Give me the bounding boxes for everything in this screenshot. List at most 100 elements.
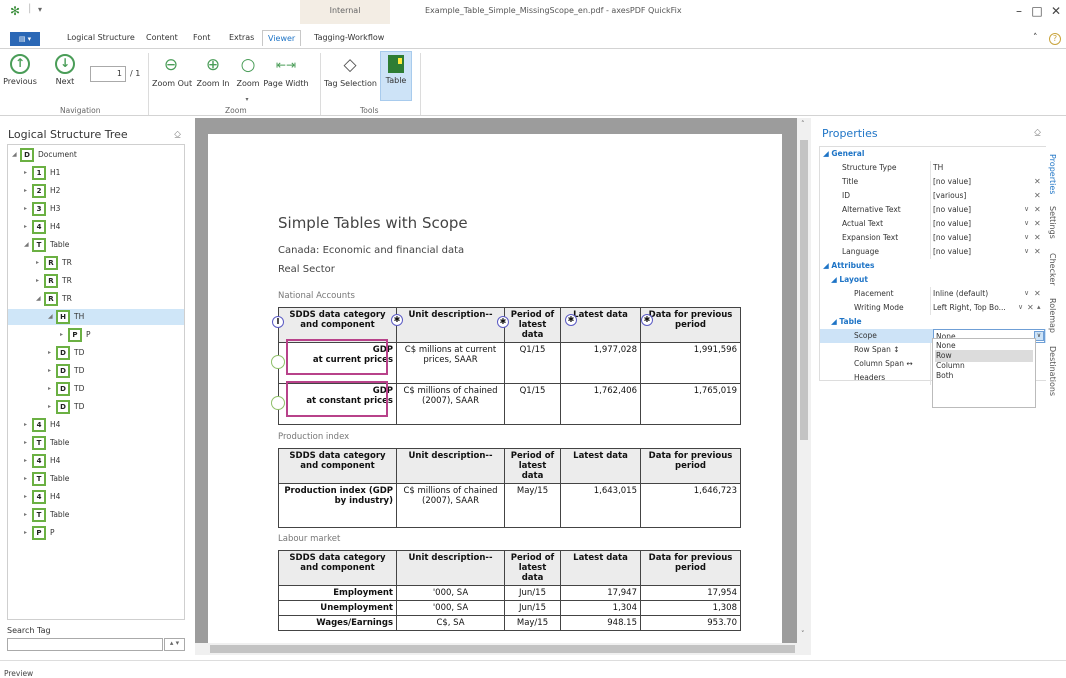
cell-category[interactable]: Unemployment: [278, 600, 397, 616]
horizontal-scroll-thumb[interactable]: [210, 645, 795, 653]
prop-writing-mode[interactable]: Writing Mode Left Right, Top Bo... ∨ ✕ ▴: [820, 301, 1046, 315]
th-scope-marker-icon[interactable]: ✱: [497, 316, 509, 328]
cell-previous[interactable]: 953.70: [640, 615, 741, 631]
expand-arrow-icon[interactable]: ▸: [48, 363, 51, 379]
expand-arrow-icon[interactable]: ▸: [48, 345, 51, 361]
page-number-input[interactable]: 1: [90, 66, 126, 82]
clear-icon[interactable]: ✕: [1034, 289, 1041, 298]
expand-arrow-icon[interactable]: ▸: [48, 381, 51, 397]
tag-selection-button[interactable]: ◇ Tag Selection: [324, 54, 377, 88]
tree-node-table[interactable]: ◢ T Table: [8, 237, 184, 253]
prop-alternative-text[interactable]: Alternative Text [no value] ∨ ✕: [820, 203, 1046, 217]
clear-icon[interactable]: ✕: [1027, 303, 1034, 312]
th-unit[interactable]: Unit description--: [396, 448, 505, 484]
tree-node-document[interactable]: ◢ D Document: [8, 147, 184, 163]
cell-category[interactable]: Employment: [278, 585, 397, 601]
table-tool-button[interactable]: Table: [380, 51, 412, 101]
zoom-dropdown-icon[interactable]: ▾: [242, 96, 252, 103]
th-scope-marker-icon[interactable]: ✱: [565, 314, 577, 326]
th-unit[interactable]: Unit description--: [396, 307, 505, 343]
th-unit[interactable]: Unit description--: [396, 550, 505, 586]
next-button[interactable]: ↓ Next: [51, 54, 79, 86]
th-previous[interactable]: Data for previous period: [640, 550, 741, 586]
tab-content[interactable]: Content: [146, 33, 178, 42]
th-scope-marker-icon[interactable]: I: [272, 316, 284, 328]
cell-category[interactable]: Wages/Earnings: [278, 615, 397, 631]
prop-id[interactable]: ID [various] ✕: [820, 189, 1046, 203]
clear-icon[interactable]: ✕: [1034, 177, 1041, 186]
zoom-button[interactable]: ○ Zoom: [236, 54, 260, 88]
dropdown-icon[interactable]: ∨: [1024, 247, 1029, 255]
expand-arrow-icon[interactable]: ▸: [24, 435, 27, 451]
th-category[interactable]: SDDS data category and component: [278, 307, 397, 343]
tree-node-h1[interactable]: ▸ 1 H1: [8, 165, 184, 181]
search-nav-arrows[interactable]: ▴ ▾: [164, 638, 185, 651]
tree-node-h4[interactable]: ▸ 4 H4: [8, 453, 184, 469]
tree-node-tr[interactable]: ▸ R TR: [8, 273, 184, 289]
expand-arrow-icon[interactable]: ▸: [24, 417, 27, 433]
page-width-button[interactable]: ⇤⇥ Page Width: [263, 54, 309, 88]
prop-language[interactable]: Language [no value] ∨ ✕: [820, 245, 1046, 259]
category-layout[interactable]: ◢ Layout: [820, 273, 1046, 287]
dropdown-icon[interactable]: ∨: [1018, 303, 1023, 311]
th-period[interactable]: Period of latest data: [504, 550, 561, 586]
collapse-arrow-icon[interactable]: ◢: [48, 309, 53, 325]
cell-previous[interactable]: 1,991,596: [640, 342, 741, 384]
side-tab-destinations[interactable]: Destinations: [1048, 346, 1057, 396]
cell-previous[interactable]: 17,954: [640, 585, 741, 601]
th-scope-marker-icon[interactable]: ✱: [391, 314, 403, 326]
vertical-scroll-thumb[interactable]: [800, 140, 808, 440]
expand-icon[interactable]: ∨: [1024, 233, 1029, 241]
tree-node-td[interactable]: ▸ D TD: [8, 399, 184, 415]
th-scope-marker-icon[interactable]: ✱: [641, 314, 653, 326]
scroll-up-icon[interactable]: ▴: [1037, 303, 1041, 311]
tab-extras[interactable]: Extras: [229, 33, 254, 42]
expand-icon[interactable]: ∨: [1024, 205, 1029, 213]
tree-node-h4[interactable]: ▸ 4 H4: [8, 489, 184, 505]
tree-node-th[interactable]: ◢ H TH: [8, 309, 184, 325]
tree-node-tr[interactable]: ◢ R TR: [8, 291, 184, 307]
clear-icon[interactable]: ✕: [1034, 233, 1041, 242]
expand-arrow-icon[interactable]: ▸: [24, 201, 27, 217]
expand-arrow-icon[interactable]: ▸: [24, 489, 27, 505]
tab-tagging-workflow[interactable]: Tagging-Workflow: [314, 33, 384, 42]
expand-arrow-icon[interactable]: ▸: [24, 525, 27, 541]
collapse-arrow-icon[interactable]: ◢: [36, 291, 41, 307]
expand-arrow-icon[interactable]: ▸: [24, 183, 27, 199]
expand-arrow-icon[interactable]: ▸: [24, 471, 27, 487]
expand-arrow-icon[interactable]: ▸: [24, 507, 27, 523]
close-button[interactable]: ✕: [1048, 4, 1064, 18]
clear-icon[interactable]: ✕: [1034, 219, 1041, 228]
cell-period[interactable]: May/15: [504, 615, 561, 631]
tree-node-h3[interactable]: ▸ 3 H3: [8, 201, 184, 217]
pin-icon[interactable]: ⎐: [1034, 128, 1041, 138]
tree-node-td[interactable]: ▸ D TD: [8, 363, 184, 379]
cell-period[interactable]: Jun/15: [504, 600, 561, 616]
tree-node-p[interactable]: ▸ P P: [8, 525, 184, 541]
cell-category[interactable]: Production index (GDP by industry): [278, 483, 397, 528]
tree-node-td[interactable]: ▸ D TD: [8, 345, 184, 361]
collapse-arrow-icon[interactable]: ◢: [12, 147, 17, 163]
cell-unit[interactable]: '000, SA: [396, 600, 505, 616]
previous-button[interactable]: ↑ Previous: [2, 54, 38, 86]
tree-node-tr[interactable]: ▸ R TR: [8, 255, 184, 271]
tree-node-h4[interactable]: ▸ 4 H4: [8, 219, 184, 235]
cell-period[interactable]: Q1/15: [504, 383, 561, 425]
prop-structure-type[interactable]: Structure Type TH: [820, 161, 1046, 175]
cell-latest[interactable]: 1,977,028: [560, 342, 641, 384]
th-period[interactable]: Period of latest data: [504, 307, 561, 343]
category-general[interactable]: ◢ General: [820, 147, 1046, 161]
tree-node-p[interactable]: ▸ P P: [8, 327, 184, 343]
tree-node-table[interactable]: ▸ T Table: [8, 507, 184, 523]
prop-expansion-text[interactable]: Expansion Text [no value] ∨ ✕: [820, 231, 1046, 245]
cell-period[interactable]: Jun/15: [504, 585, 561, 601]
pin-icon[interactable]: ⎐: [174, 130, 181, 140]
scroll-up-icon[interactable]: ˄: [801, 120, 805, 128]
cell-period[interactable]: May/15: [504, 483, 561, 528]
cell-unit[interactable]: C$ millions of chained (2007), SAAR: [396, 483, 505, 528]
th-latest[interactable]: Latest data: [560, 550, 641, 586]
th-latest[interactable]: Latest data: [560, 448, 641, 484]
cell-previous[interactable]: 1,765,019: [640, 383, 741, 425]
cell-latest[interactable]: 1,643,015: [560, 483, 641, 528]
row-marker-icon[interactable]: [271, 355, 285, 369]
